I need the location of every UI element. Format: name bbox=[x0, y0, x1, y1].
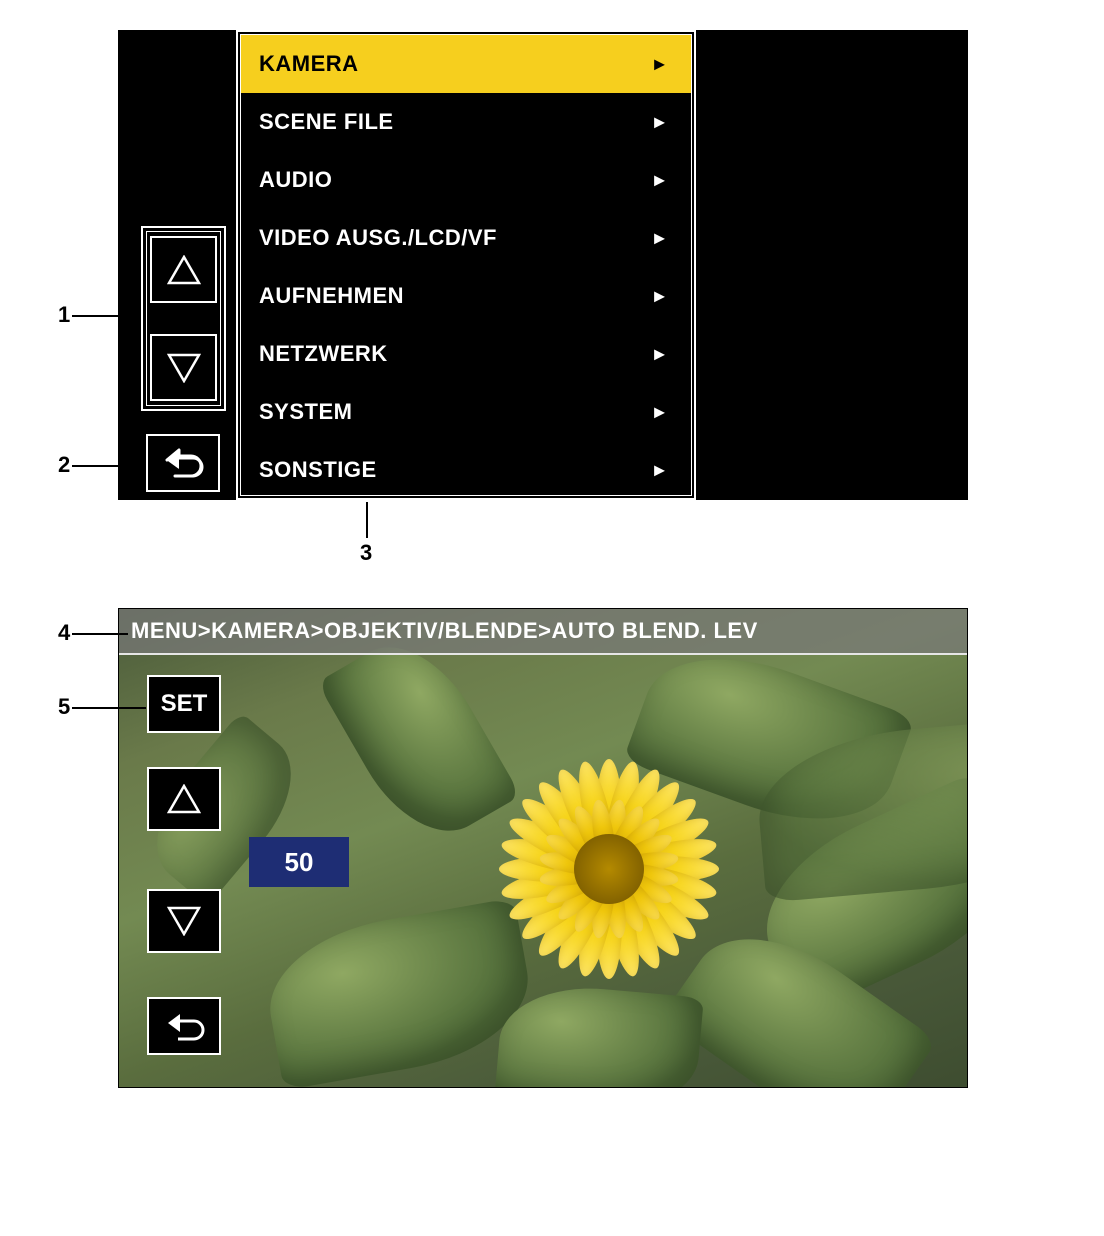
value-up-button[interactable] bbox=[147, 767, 221, 831]
menu-item-aufnehmen[interactable]: AUFNEHMEN ► bbox=[241, 267, 691, 325]
callout-3-label: 3 bbox=[360, 540, 372, 566]
nav-buttons-group bbox=[141, 226, 226, 411]
callout-5-label: 5 bbox=[58, 694, 70, 720]
value-text: 50 bbox=[285, 847, 314, 878]
menu-item-label: NETZWERK bbox=[259, 341, 388, 367]
triangle-down-icon bbox=[167, 353, 201, 383]
menu-item-video-ausg[interactable]: VIDEO AUSG./LCD/VF ► bbox=[241, 209, 691, 267]
submenu-arrow-icon: ► bbox=[651, 170, 669, 191]
submenu-arrow-icon: ► bbox=[651, 228, 669, 249]
callout-3-line bbox=[366, 502, 368, 538]
nav-buttons-group-inner bbox=[146, 231, 221, 406]
callout-4-label: 4 bbox=[58, 620, 70, 646]
back-button[interactable] bbox=[147, 997, 221, 1055]
callout-4-line bbox=[72, 633, 128, 635]
breadcrumb: MENU>KAMERA>OBJEKTIV/BLENDE>AUTO BLEND. … bbox=[119, 609, 967, 655]
set-button[interactable]: SET bbox=[147, 675, 221, 733]
callout-1-label: 1 bbox=[58, 302, 70, 328]
menu-item-kamera[interactable]: KAMERA ► bbox=[241, 35, 691, 93]
menu-item-audio[interactable]: AUDIO ► bbox=[241, 151, 691, 209]
adjust-screen: MENU>KAMERA>OBJEKTIV/BLENDE>AUTO BLEND. … bbox=[118, 608, 968, 1088]
value-display: 50 bbox=[249, 837, 349, 887]
menu-item-label: KAMERA bbox=[259, 51, 359, 77]
submenu-arrow-icon: ► bbox=[651, 54, 669, 75]
menu-item-label: AUFNEHMEN bbox=[259, 283, 404, 309]
menu-item-label: SYSTEM bbox=[259, 399, 352, 425]
submenu-arrow-icon: ► bbox=[651, 112, 669, 133]
flower-image bbox=[479, 739, 739, 999]
value-down-button[interactable] bbox=[147, 889, 221, 953]
menu-item-label: SONSTIGE bbox=[259, 457, 377, 483]
callout-1-line bbox=[72, 315, 140, 317]
menu-panel-inner: KAMERA ► SCENE FILE ► AUDIO ► VIDEO AUSG… bbox=[240, 34, 692, 496]
return-icon bbox=[162, 1011, 206, 1041]
return-icon bbox=[161, 448, 205, 478]
submenu-arrow-icon: ► bbox=[651, 286, 669, 307]
menu-item-label: VIDEO AUSG./LCD/VF bbox=[259, 225, 497, 251]
callout-2-label: 2 bbox=[58, 452, 70, 478]
submenu-arrow-icon: ► bbox=[651, 402, 669, 423]
back-button[interactable] bbox=[146, 434, 220, 492]
triangle-up-icon bbox=[167, 255, 201, 285]
menu-item-sonstige[interactable]: SONSTIGE ► bbox=[241, 441, 691, 499]
submenu-arrow-icon: ► bbox=[651, 344, 669, 365]
menu-screen: KAMERA ► SCENE FILE ► AUDIO ► VIDEO AUSG… bbox=[118, 30, 968, 500]
menu-item-label: SCENE FILE bbox=[259, 109, 394, 135]
menu-item-system[interactable]: SYSTEM ► bbox=[241, 383, 691, 441]
callout-5-line bbox=[72, 707, 146, 709]
triangle-down-icon bbox=[167, 906, 201, 936]
menu-item-label: AUDIO bbox=[259, 167, 332, 193]
menu-panel: KAMERA ► SCENE FILE ► AUDIO ► VIDEO AUSG… bbox=[236, 30, 696, 500]
nav-up-button[interactable] bbox=[150, 236, 217, 303]
submenu-arrow-icon: ► bbox=[651, 460, 669, 481]
triangle-up-icon bbox=[167, 784, 201, 814]
nav-down-button[interactable] bbox=[150, 334, 217, 401]
set-button-label: SET bbox=[161, 690, 208, 718]
callout-2-line bbox=[72, 465, 146, 467]
menu-item-netzwerk[interactable]: NETZWERK ► bbox=[241, 325, 691, 383]
breadcrumb-text: MENU>KAMERA>OBJEKTIV/BLENDE>AUTO BLEND. … bbox=[131, 618, 758, 644]
menu-item-scene-file[interactable]: SCENE FILE ► bbox=[241, 93, 691, 151]
